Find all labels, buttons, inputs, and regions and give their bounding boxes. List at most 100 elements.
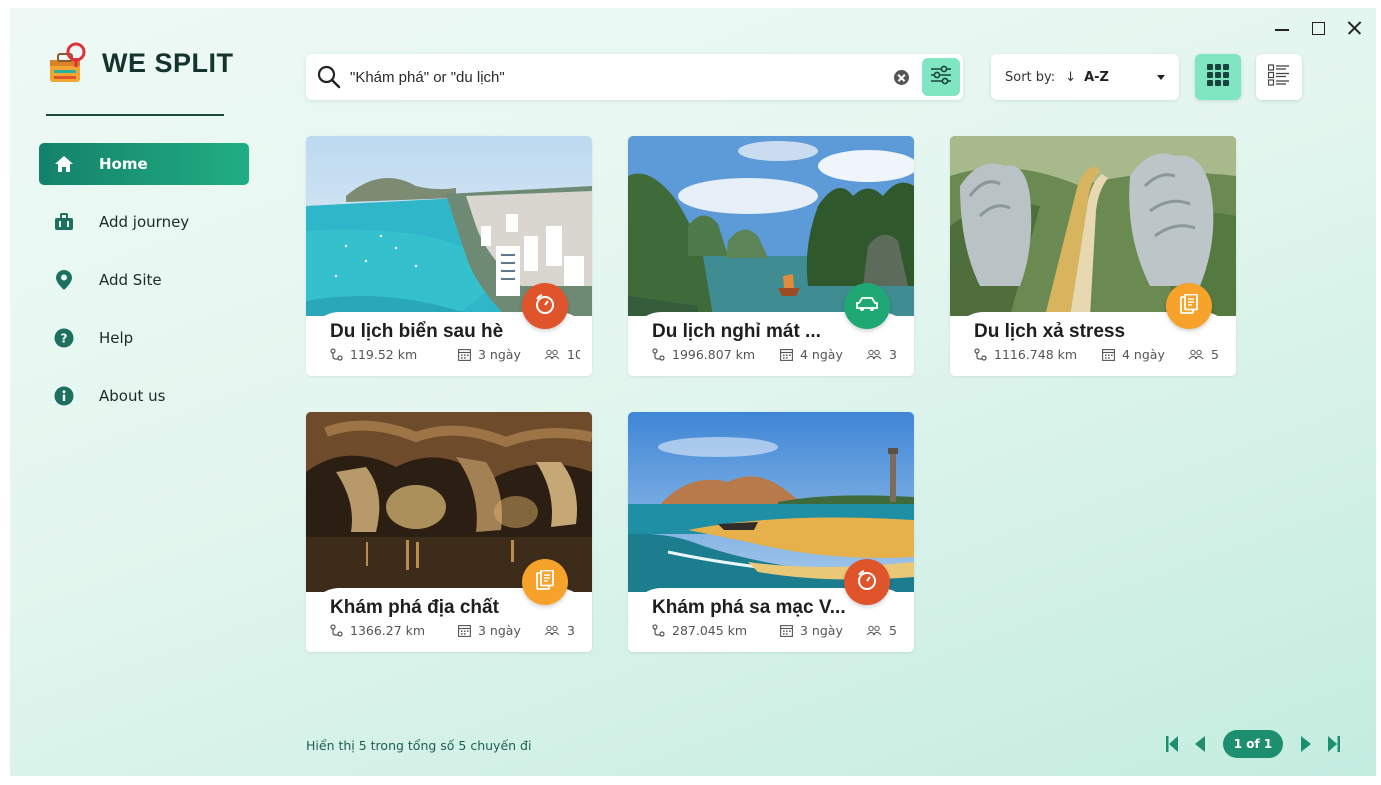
app-logo: WE SPLIT — [46, 40, 234, 86]
journey-card[interactable]: Du lịch xả stress 1116.748 km 4 ngày 5 — [950, 136, 1236, 376]
car-icon — [855, 296, 879, 316]
members-value: 5 — [1211, 347, 1219, 362]
journey-status-badge — [1166, 283, 1212, 329]
journey-duration: 4 ngày — [780, 347, 843, 362]
journey-title: Khám phá địa chất — [330, 597, 499, 618]
help-icon: ? — [53, 327, 75, 349]
sidebar-item-about-us[interactable]: About us — [39, 375, 249, 417]
grid-icon — [1207, 64, 1229, 90]
journey-members: 10 — [544, 347, 580, 362]
journey-members: 5 — [866, 623, 897, 638]
journey-meta: 1996.807 km 4 ngày 3 — [652, 347, 902, 363]
distance-value: 287.045 km — [672, 623, 748, 638]
duration-value: 3 ngày — [478, 623, 521, 638]
route-icon — [652, 348, 665, 361]
calendar-icon — [780, 625, 793, 637]
calendar-icon — [780, 349, 793, 361]
calendar-icon — [1102, 349, 1115, 361]
group-icon — [866, 349, 882, 359]
journey-card[interactable]: Khám phá địa chất 1366.27 km 3 ngày 3 — [306, 412, 592, 652]
sliders-icon — [930, 65, 952, 89]
maximize-button[interactable] — [1310, 20, 1326, 36]
sidebar-item-add-site[interactable]: Add Site — [39, 259, 249, 301]
journey-title: Du lịch biển sau hè — [330, 321, 504, 342]
members-value: 5 — [889, 623, 897, 638]
chevron-down-icon — [1157, 75, 1165, 80]
next-page-button[interactable] — [1299, 735, 1313, 753]
minimize-button[interactable] — [1274, 20, 1290, 36]
sort-dropdown[interactable]: Sort by: ↓ A-Z — [991, 54, 1179, 100]
journey-card[interactable]: Du lịch biển sau hè 119.52 km 3 ngày 10 — [306, 136, 592, 376]
sort-direction-icon: ↓ — [1065, 69, 1077, 85]
calendar-icon — [458, 625, 471, 637]
group-icon — [544, 625, 560, 635]
sidebar-item-label: Home — [99, 155, 148, 173]
timer-icon — [534, 293, 556, 319]
route-icon — [974, 348, 987, 361]
journey-meta: 119.52 km 3 ngày 10 — [330, 347, 580, 363]
list-view-button[interactable] — [1256, 54, 1302, 100]
members-value: 10 — [567, 347, 580, 362]
journey-title: Du lịch xả stress — [974, 321, 1126, 342]
journey-distance: 1366.27 km — [330, 623, 425, 638]
close-button[interactable] — [1346, 20, 1362, 36]
notes-icon — [536, 569, 554, 594]
sort-label: Sort by: — [1005, 69, 1056, 85]
route-icon — [330, 348, 343, 361]
journey-duration: 3 ngày — [458, 623, 521, 638]
app-title: WE SPLIT — [102, 47, 234, 78]
journey-distance: 1116.748 km — [974, 347, 1077, 362]
journey-meta: 1116.748 km 4 ngày 5 — [974, 347, 1224, 363]
pagination: 1 of 1 — [1165, 730, 1341, 758]
last-page-icon — [1328, 736, 1340, 752]
prev-page-button[interactable] — [1193, 735, 1207, 753]
journey-duration: 3 ngày — [780, 623, 843, 638]
sidebar-item-label: Help — [99, 329, 134, 347]
members-value: 3 — [889, 347, 897, 362]
search-icon — [316, 64, 342, 90]
sidebar-item-home[interactable]: Home — [39, 143, 249, 185]
search-input[interactable] — [350, 68, 870, 86]
duration-value: 4 ngày — [800, 347, 843, 362]
chevron-right-icon — [1301, 736, 1311, 752]
last-page-button[interactable] — [1327, 735, 1341, 753]
route-icon — [330, 624, 343, 637]
journey-status-badge — [844, 559, 890, 605]
journey-card[interactable]: Khám phá sa mạc V... 287.045 km 3 ngày 5 — [628, 412, 914, 652]
home-icon — [53, 153, 75, 175]
results-count-text: Hiển thị 5 trong tổng số 5 chuyến đi — [306, 738, 532, 753]
notes-icon — [1180, 293, 1198, 318]
journey-card[interactable]: Du lịch nghỉ mát ... 1996.807 km 4 ngày … — [628, 136, 914, 376]
page-indicator: 1 of 1 — [1223, 730, 1283, 758]
luggage-icon — [53, 211, 75, 233]
sort-value: A-Z — [1084, 69, 1109, 85]
grid-view-button[interactable] — [1195, 54, 1241, 100]
distance-value: 1116.748 km — [994, 347, 1078, 362]
clear-search-icon[interactable] — [894, 70, 909, 85]
journey-distance: 287.045 km — [652, 623, 747, 638]
journey-status-badge — [522, 559, 568, 605]
duration-value: 3 ngày — [800, 623, 843, 638]
chevron-left-icon — [1195, 736, 1205, 752]
journey-members: 3 — [866, 347, 897, 362]
distance-value: 119.52 km — [350, 347, 418, 362]
route-icon — [652, 624, 665, 637]
sidebar-item-label: About us — [99, 387, 166, 405]
group-icon — [1188, 349, 1204, 359]
app-window: WE SPLIT Home Add journey Add Site ? Hel… — [10, 8, 1376, 776]
svg-text:?: ? — [61, 332, 68, 346]
first-page-icon — [1166, 736, 1178, 752]
list-icon — [1267, 64, 1290, 90]
sidebar-item-help[interactable]: ? Help — [39, 317, 249, 359]
journey-distance: 119.52 km — [330, 347, 417, 362]
distance-value: 1996.807 km — [672, 347, 756, 362]
filter-button[interactable] — [922, 58, 960, 96]
journey-meta: 1366.27 km 3 ngày 3 — [330, 623, 580, 639]
sidebar-item-add-journey[interactable]: Add journey — [39, 201, 249, 243]
search-bar — [306, 54, 963, 100]
duration-value: 4 ngày — [1122, 347, 1165, 362]
journey-members: 3 — [544, 623, 575, 638]
first-page-button[interactable] — [1165, 735, 1179, 753]
group-icon — [544, 349, 560, 359]
sidebar-item-label: Add Site — [99, 271, 162, 289]
